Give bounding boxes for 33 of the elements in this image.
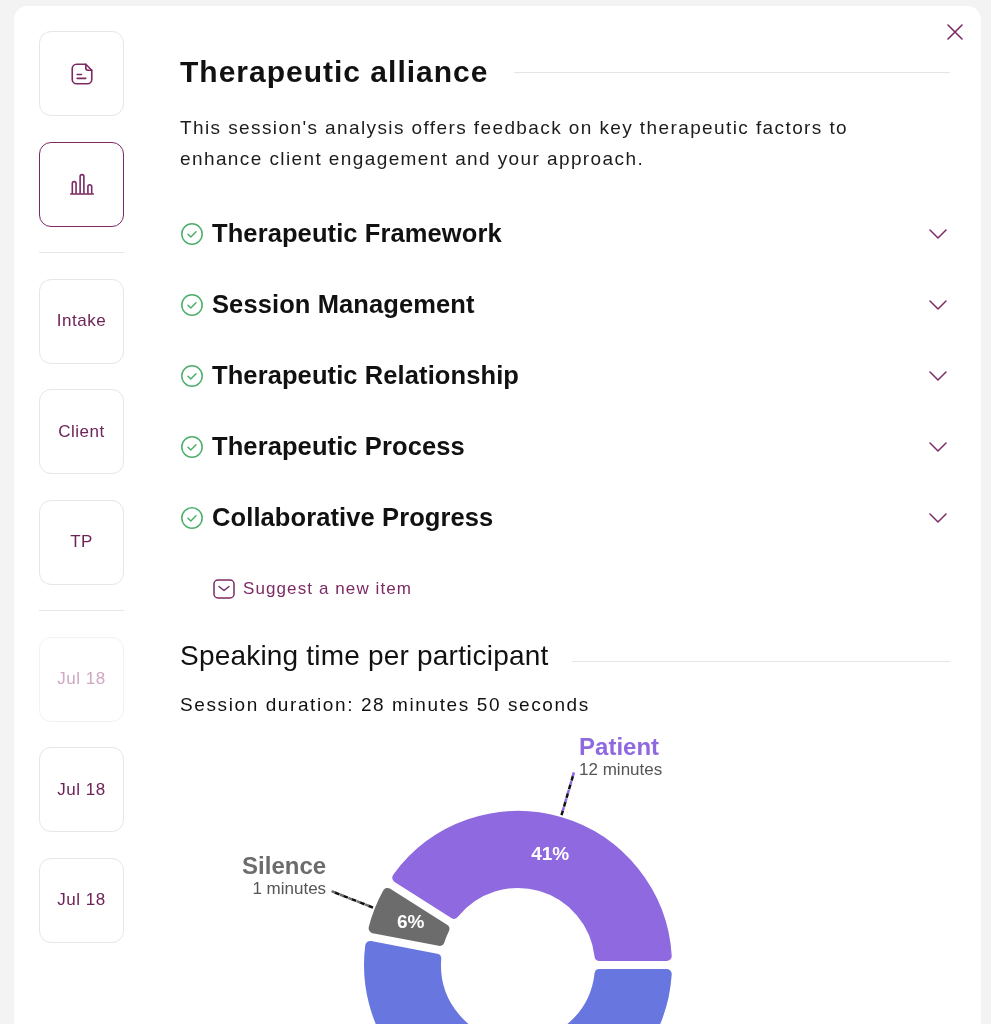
document-icon <box>68 60 95 87</box>
factor-row[interactable]: Therapeutic Relationship <box>180 340 950 411</box>
chevron-icon <box>929 299 947 310</box>
sidebar-button[interactable] <box>39 141 124 227</box>
close-icon[interactable] <box>945 22 965 42</box>
chevron-icon <box>929 441 947 452</box>
session-duration: Session duration: 28 minutes 50 seconds <box>180 693 590 717</box>
leader-line <box>560 771 576 816</box>
slice-duration-label: 12 minutes <box>579 760 663 779</box>
section-description: This session's analysis offers feedback on key therapeutic factors to enhance client engagement and your approach. <box>180 116 850 171</box>
sidebar-button[interactable]: Intake <box>39 278 124 364</box>
chevron-icon <box>929 370 947 381</box>
leader-line <box>330 889 374 909</box>
envelope-icon <box>213 579 235 599</box>
slice-label: Patient <box>579 733 660 760</box>
factor-row[interactable]: Collaborative Progress <box>180 482 950 553</box>
slice-percent-label: 6% <box>396 911 425 933</box>
sidebar-button[interactable]: Client <box>39 389 124 474</box>
bar-chart-icon <box>67 171 96 197</box>
factor-row[interactable]: Therapeutic Process <box>180 411 950 482</box>
suggest-link[interactable]: Suggest a new item <box>213 577 413 601</box>
chevron-icon <box>929 512 947 523</box>
factor-row[interactable]: Session Management <box>180 269 950 340</box>
section-title: Therapeutic alliance <box>180 55 489 89</box>
sidebar-button[interactable]: TP <box>39 499 124 585</box>
chevron-icon <box>929 228 947 239</box>
slice-label: Silence <box>242 852 327 879</box>
section-title: Speaking time per participant <box>180 639 549 673</box>
slice-percent-label: 41% <box>531 843 570 865</box>
session-button[interactable]: Jul 18 <box>39 747 124 832</box>
slice-duration-label: 1 minutes <box>252 879 327 898</box>
session-button[interactable]: Jul 18 <box>39 857 124 943</box>
factor-row[interactable]: Therapeutic Framework <box>180 198 950 269</box>
